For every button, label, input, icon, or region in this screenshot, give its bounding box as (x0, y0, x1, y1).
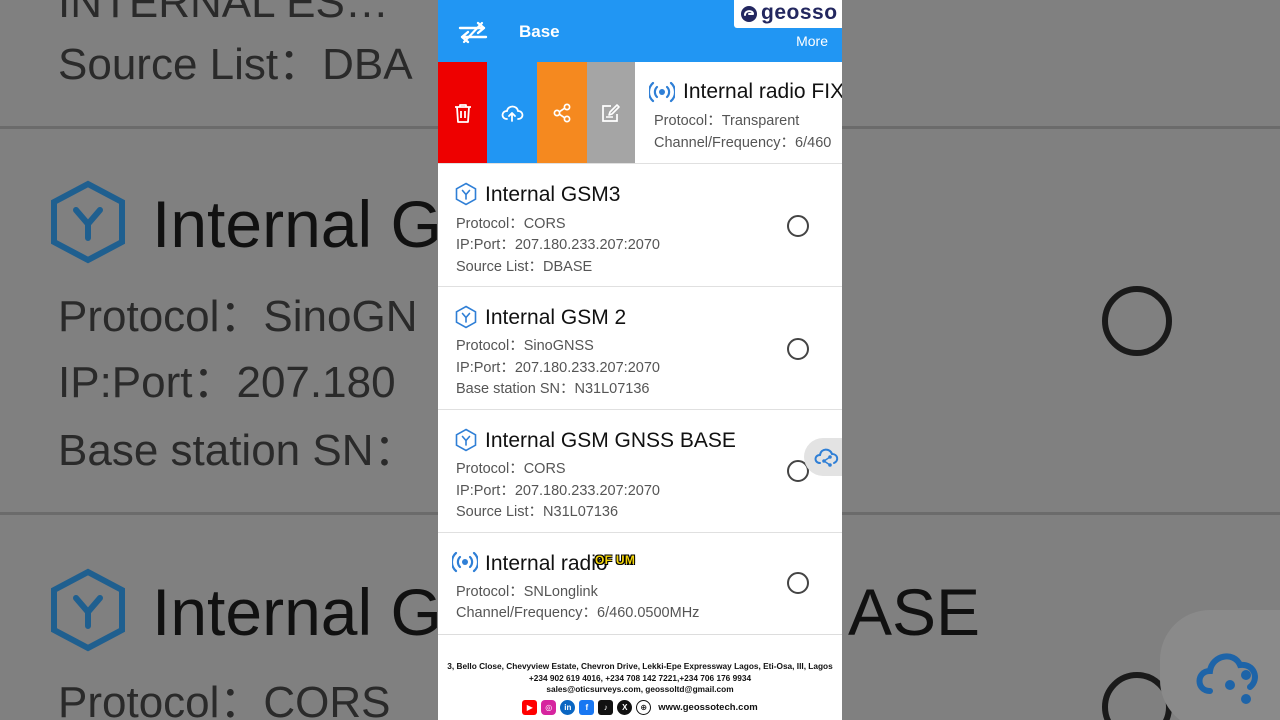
phone-screen: Base More geosso Internal radio FIX Prot… (438, 0, 842, 720)
item-title: Internal GSM3 (485, 183, 621, 206)
tiktok-icon[interactable]: ♪ (598, 699, 614, 715)
trash-icon (455, 103, 471, 123)
footer-address: 3, Bello Close, Chevyview Estate, Chevro… (447, 661, 833, 671)
radio-signal-icon (649, 81, 675, 103)
brand-logo: geosso (734, 0, 842, 28)
bg-cloud-fab (1160, 610, 1280, 720)
swiped-item-content[interactable]: Internal radio FIX Protocol：Transparent … (635, 62, 842, 163)
select-radio[interactable] (787, 215, 809, 237)
instagram-icon[interactable]: ◎ (541, 699, 557, 715)
item-ip-port: IP:Port：207.180.233.207:2070 (456, 237, 660, 253)
bg-title-2: Internal G (152, 575, 442, 649)
footer-phones: +234 902 619 4016, +234 708 142 7221,+23… (528, 672, 752, 683)
item-title: Internal GSM 2 (485, 306, 627, 329)
item-protocol: Protocol：CORS (456, 216, 566, 232)
cloud-sync-button[interactable] (804, 438, 842, 476)
select-radio[interactable] (787, 572, 809, 594)
item-protocol: Protocol：Transparent (654, 113, 800, 129)
page-title: Base (519, 22, 560, 41)
delete-button[interactable] (438, 62, 488, 163)
item-title: Internal GSM GNSS BASE (485, 429, 736, 452)
x-twitter-icon[interactable]: X (617, 699, 633, 715)
gsm-antenna-icon (455, 305, 477, 329)
item-base-sn: Base station SN：N31L07136 (456, 381, 650, 397)
upload-button[interactable] (487, 62, 537, 163)
share-icon (553, 103, 571, 122)
logo-text: geosso (761, 1, 838, 24)
contact-footer: 3, Bello Close, Chevyview Estate, Chevro… (438, 634, 842, 720)
edit-icon (602, 103, 620, 122)
list-item[interactable]: Internal radio Protocol：SNLonglink Chann… (438, 532, 842, 634)
cloud-upload-icon (501, 105, 524, 122)
item-title: Internal radio (485, 552, 608, 575)
item-source-list: Source List：N31L07136 (456, 504, 619, 520)
select-radio[interactable] (787, 338, 809, 360)
list-item-swiped[interactable]: Internal radio FIX Protocol：Transparent … (438, 62, 842, 163)
item-protocol: Protocol：CORS (456, 461, 566, 477)
bg-title-2-right: ASE (848, 575, 981, 649)
bg-gsm-antenna-icon (51, 180, 125, 264)
gsm-antenna-icon (455, 428, 477, 452)
item-ip-port: IP:Port：207.180.233.207:2070 (456, 360, 660, 376)
facebook-icon[interactable]: f (579, 699, 595, 715)
cloud-share-icon (814, 448, 839, 467)
switch-mode-icon[interactable] (458, 20, 488, 44)
bg-title-1: Internal G (152, 187, 442, 261)
share-button[interactable] (537, 62, 587, 163)
item-protocol: Protocol：SNLonglink (456, 584, 598, 600)
logo-mark-icon (741, 6, 757, 22)
item-ip-port: IP:Port：207.180.233.207:2070 (456, 483, 660, 499)
bg-line-ip: IP:Port：207.180 (58, 358, 396, 407)
bg-gsm-antenna-icon (51, 568, 125, 652)
radio-signal-icon (452, 551, 478, 573)
bg-radio-ring (1102, 286, 1172, 356)
video-caption: OF UM (595, 553, 636, 567)
footer-emails: sales@oticsurveys.com, geossoltd@gmail.c… (546, 684, 734, 694)
edit-button[interactable] (587, 62, 635, 163)
bg-partial-text: INTERNAL ES… (58, 0, 389, 27)
item-title: Internal radio FIX (683, 80, 842, 103)
bg-line-sn: Base station SN： (58, 426, 418, 475)
item-channel: Channel/Frequency：6/460.0500MHz (456, 605, 700, 621)
bg-line-protocol-2: Protocol：CORS (58, 678, 391, 720)
bg-line-protocol: Protocol：SinoGN (58, 292, 418, 341)
item-source-list: Source List：DBASE (456, 259, 593, 275)
list-item[interactable]: Internal GSM 2 Protocol：SinoGNSS IP:Port… (438, 286, 842, 409)
list-item[interactable]: Internal GSM3 Protocol：CORS IP:Port：207.… (438, 163, 842, 286)
bg-cloud-share-icon (1196, 653, 1258, 704)
bg-top-line: Source List：DBA (58, 40, 413, 89)
more-button[interactable]: More (796, 33, 828, 49)
item-protocol: Protocol：SinoGNSS (456, 338, 594, 354)
app-bar: Base More geosso (438, 0, 842, 62)
youtube-icon[interactable]: ▶ (522, 699, 538, 715)
linkedin-icon[interactable]: in (560, 699, 576, 715)
footer-website[interactable]: www.geossotech.com (658, 702, 757, 713)
item-channel: Channel/Frequency：6/460 (654, 135, 832, 151)
globe-icon[interactable]: ⊕ (636, 699, 652, 715)
gsm-antenna-icon (455, 182, 477, 206)
social-links: ▶ ◎ in f ♪ X ⊕ www.geossotech.com (438, 699, 842, 715)
list-item[interactable]: Internal GSM GNSS BASE Protocol：CORS IP:… (438, 409, 842, 532)
